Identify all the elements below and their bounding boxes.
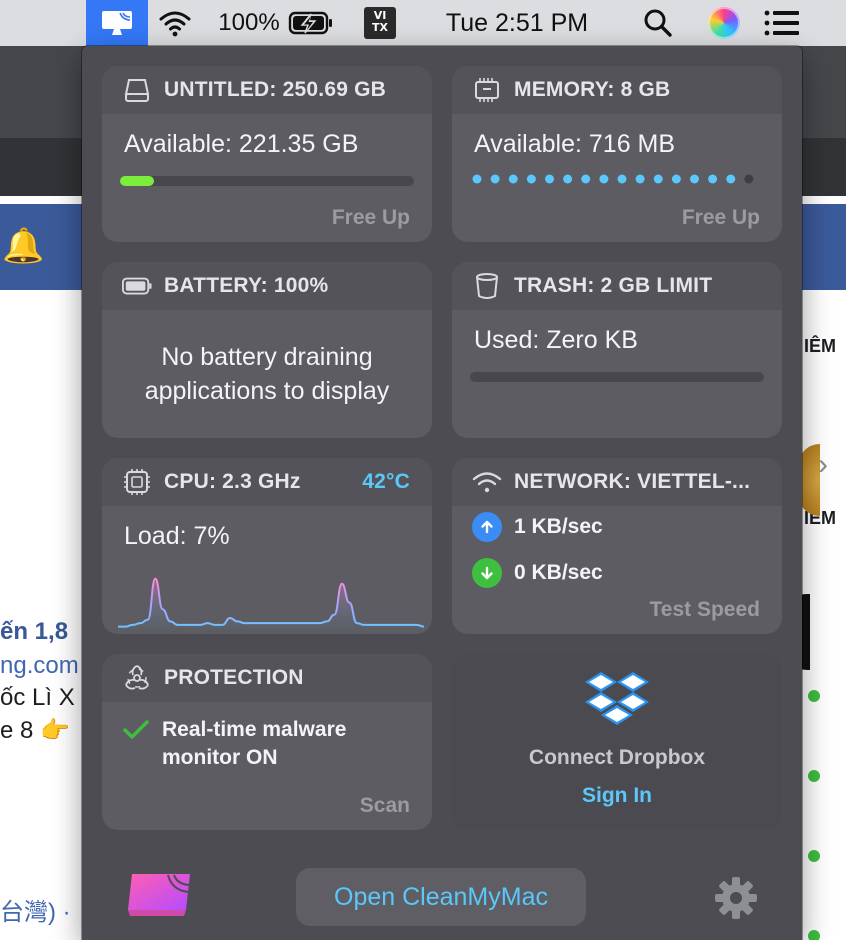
online-status-dot xyxy=(808,770,820,782)
biohazard-icon xyxy=(122,663,152,693)
protection-status: Real-time malware xyxy=(162,718,347,741)
upload-speed-row: 1 KB/sec xyxy=(472,512,603,542)
battery-title: BATTERY: 100% xyxy=(164,274,329,297)
trash-card: TRASH: 2 GB LIMIT Used: Zero KB xyxy=(452,262,782,438)
hard-drive-icon xyxy=(122,75,152,105)
bg-post-text: ốc Lì X xyxy=(0,684,75,711)
memory-free-up-button[interactable]: Free Up xyxy=(682,206,760,230)
memory-dot xyxy=(744,174,754,184)
download-arrow-icon xyxy=(472,558,502,588)
battery-charging-icon[interactable] xyxy=(286,0,336,46)
battery-card: BATTERY: 100% No battery draining applic… xyxy=(102,262,432,438)
memory-chip-icon xyxy=(472,75,502,105)
network-title: NETWORK: VIETTEL-... xyxy=(514,470,751,493)
cleanmymac-logo-icon[interactable] xyxy=(126,872,192,922)
cleanmymac-menu-icon[interactable] xyxy=(86,0,148,46)
notification-bell-icon[interactable]: 🔔 xyxy=(2,226,44,266)
siri-icon[interactable] xyxy=(702,0,746,46)
connect-dropbox-label: Connect Dropbox xyxy=(528,746,706,769)
protection-title: PROTECTION xyxy=(164,666,304,689)
bg-sidebar-label: IÊM xyxy=(804,336,837,356)
cpu-load-graph xyxy=(118,577,425,630)
cleanmymac-menu-panel: UNTITLED: 250.69 GB Available: 221.35 GB… xyxy=(82,46,802,940)
memory-dot xyxy=(726,174,736,184)
memory-available: Available: 716 MB xyxy=(474,130,676,158)
trash-title: TRASH: 2 GB LIMIT xyxy=(514,274,713,297)
battery-percentage[interactable]: 100% xyxy=(214,0,284,46)
disk-card: UNTITLED: 250.69 GB Available: 221.35 GB… xyxy=(102,66,432,242)
memory-dot xyxy=(563,174,573,184)
chevron-right-icon[interactable]: › xyxy=(818,448,828,482)
memory-dot xyxy=(526,174,536,184)
bg-post-text: e 8 👉 xyxy=(0,717,70,744)
dropbox-icon xyxy=(584,670,650,733)
control-center-icon[interactable] xyxy=(760,0,804,46)
memory-dot xyxy=(708,174,718,184)
memory-dot xyxy=(599,174,609,184)
memory-dot xyxy=(545,174,554,184)
wifi-icon xyxy=(472,467,502,497)
memory-dot xyxy=(653,174,663,184)
bg-post-text[interactable]: ến 1,8 xyxy=(0,618,68,646)
memory-title: MEMORY: 8 GB xyxy=(514,78,671,101)
battery-icon xyxy=(122,271,152,301)
scan-button[interactable]: Scan xyxy=(360,794,410,818)
memory-dot xyxy=(690,174,699,184)
open-cleanmymac-button[interactable]: Open CleanMyMac xyxy=(296,868,586,926)
upload-speed: 1 KB/sec xyxy=(514,515,603,538)
disk-usage-fill xyxy=(120,176,155,186)
checkmark-icon xyxy=(122,718,150,747)
search-icon[interactable] xyxy=(636,0,680,46)
protection-card: PROTECTION Real-time malware monitor ON … xyxy=(102,654,432,830)
bg-post-link[interactable]: ng.com xyxy=(0,652,79,680)
dropbox-card: Connect Dropbox Sign In xyxy=(452,654,782,830)
online-status-dot xyxy=(808,930,820,940)
disk-available: Available: 221.35 GB xyxy=(124,130,359,158)
network-card: NETWORK: VIETTEL-... 1 KB/sec 0 KB/sec T… xyxy=(452,458,782,634)
memory-dot xyxy=(617,174,627,184)
input-source-icon[interactable]: VI TX xyxy=(362,0,398,46)
trash-used: Used: Zero KB xyxy=(474,326,638,354)
memory-dot xyxy=(635,174,645,184)
online-status-dot xyxy=(808,690,820,702)
cpu-icon xyxy=(122,467,152,497)
bg-post-link[interactable]: 台灣) · xyxy=(0,892,71,927)
trash-usage-bar xyxy=(470,372,764,382)
memory-usage-dots xyxy=(472,174,754,184)
dropbox-sign-in-link[interactable]: Sign In xyxy=(452,784,782,808)
memory-dot xyxy=(581,174,591,184)
memory-dot xyxy=(508,174,518,184)
memory-dot xyxy=(472,174,482,184)
protection-status: monitor ON xyxy=(162,746,278,769)
gear-icon[interactable] xyxy=(714,876,758,920)
battery-message: No battery draining xyxy=(161,343,373,371)
wifi-icon[interactable] xyxy=(150,0,200,46)
disk-usage-bar xyxy=(120,176,414,186)
download-speed-row: 0 KB/sec xyxy=(472,558,603,588)
memory-card: MEMORY: 8 GB Available: 716 MB Free Up xyxy=(452,66,782,242)
cpu-title: CPU: 2.3 GHz xyxy=(164,470,301,493)
battery-message: applications to display xyxy=(144,377,390,405)
trash-icon xyxy=(472,271,502,301)
memory-dot xyxy=(490,174,500,184)
memory-dot xyxy=(671,174,681,184)
menubar-clock[interactable]: Tue 2:51 PM xyxy=(434,0,600,46)
disk-title: UNTITLED: 250.69 GB xyxy=(164,78,387,101)
online-status-dot xyxy=(808,850,820,862)
menu-bar: 100% VI TX Tue 2:51 PM xyxy=(0,0,846,46)
test-speed-button[interactable]: Test Speed xyxy=(650,598,760,622)
upload-arrow-icon xyxy=(472,512,502,542)
cpu-temperature: 42°C xyxy=(362,470,410,493)
download-speed: 0 KB/sec xyxy=(514,561,603,584)
cpu-card: CPU: 2.3 GHz 42°C Load: 7% xyxy=(102,458,432,634)
disk-free-up-button[interactable]: Free Up xyxy=(332,206,410,230)
